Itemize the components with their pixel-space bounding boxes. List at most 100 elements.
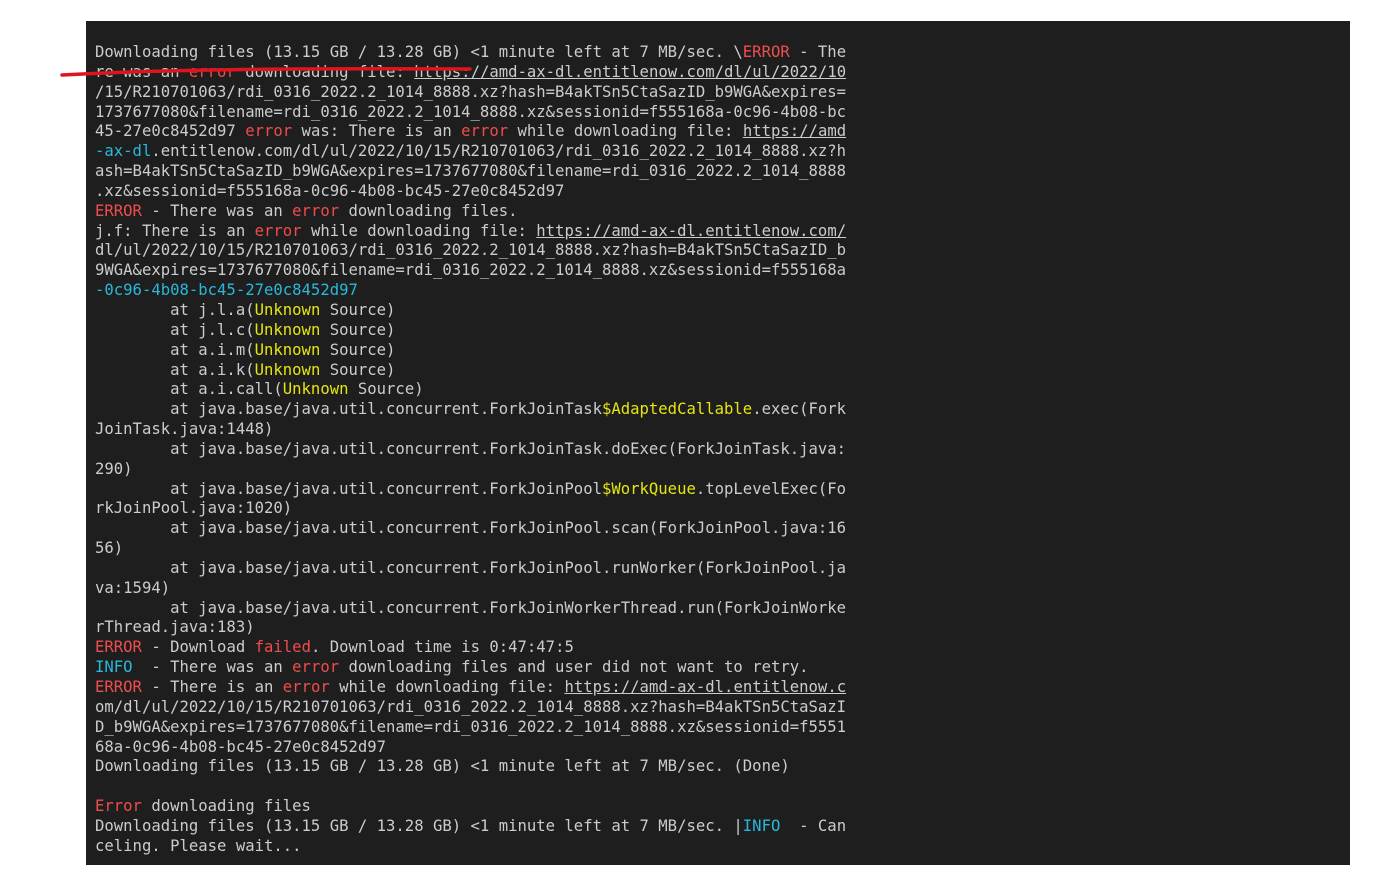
terminal-line: at j.l.a(Unknown Source): [95, 301, 1350, 321]
log-text: om/dl/ul/2022/10/15/R210701063/rdi_0316_…: [95, 697, 847, 716]
error-keyword: Error: [95, 797, 142, 816]
terminal-output-panel[interactable]: Downloading files (13.15 GB / 13.28 GB) …: [86, 21, 1350, 865]
log-text: .exec(Fork: [752, 400, 847, 419]
terminal-line: at java.base/java.util.concurrent.ForkJo…: [95, 480, 1350, 500]
log-text: Source): [320, 300, 396, 319]
log-text: Source): [320, 340, 396, 359]
log-text: Downloading files (13.15 GB / 13.28 GB) …: [95, 757, 790, 776]
terminal-line: va:1594): [95, 579, 1350, 599]
info-token: INFO: [742, 816, 790, 835]
highlighted-token: $WorkQueue: [601, 479, 696, 498]
terminal-line: 56): [95, 539, 1350, 559]
terminal-line: Downloading files (13.15 GB / 13.28 GB) …: [95, 817, 1350, 837]
error-keyword: ERROR: [95, 638, 142, 657]
highlighted-token: $AdaptedCallable: [601, 400, 753, 419]
terminal-line: 9WGA&expires=1737677080&filename=rdi_031…: [95, 261, 1350, 281]
log-text: downloading files: [141, 797, 311, 816]
log-text: - There was an: [141, 201, 293, 220]
info-token: -0c96-4b08-bc45-27e0c8452d97: [95, 281, 358, 300]
log-text: va:1594): [95, 578, 171, 597]
log-text: rkJoinPool.java:1020): [95, 499, 293, 518]
terminal-line: rThread.java:183): [95, 618, 1350, 638]
terminal-line: Error downloading files: [95, 797, 1350, 817]
terminal-line: dl/ul/2022/10/15/R210701063/rdi_0316_202…: [95, 241, 1350, 261]
log-text: while downloading file:: [329, 678, 565, 696]
log-text: . Download time is 0:47:47:5: [310, 638, 574, 657]
download-url-link[interactable]: https://amd: [743, 122, 846, 140]
highlighted-token: Unknown: [254, 340, 321, 359]
error-keyword: failed: [254, 638, 311, 657]
log-text: - The: [789, 43, 847, 61]
log-text: rThread.java:183): [95, 618, 255, 637]
terminal-line: Downloading files (13.15 GB / 13.28 GB) …: [95, 43, 1350, 63]
log-text: - There was an: [141, 658, 293, 677]
terminal-line: at a.i.m(Unknown Source): [95, 341, 1350, 361]
terminal-line: INFO - There was an error downloading fi…: [95, 658, 1350, 678]
log-text: - There is an: [141, 678, 283, 696]
terminal-line: .xz&sessionid=f555168a-0c96-4b08-bc45-27…: [95, 182, 1350, 202]
log-text: at a.i.call(: [95, 380, 283, 399]
log-text: 1737677080&filename=rdi_0316_2022.2_1014…: [95, 102, 847, 121]
error-keyword: error: [292, 658, 340, 677]
download-url-link[interactable]: https://amd-ax-dl.entitlenow.com/: [536, 222, 846, 240]
terminal-line: D_b9WGA&expires=1737677080&filename=rdi_…: [95, 718, 1350, 738]
error-keyword: error: [254, 221, 302, 240]
error-keyword: error: [461, 122, 509, 141]
info-token: INFO: [95, 658, 142, 677]
log-text: was: There is an: [292, 122, 462, 141]
terminal-line: j.f: There is an error while downloading…: [95, 222, 1350, 242]
terminal-line: ERROR - There was an error downloading f…: [95, 202, 1350, 222]
log-text: 68a-0c96-4b08-bc45-27e0c8452d97: [95, 737, 387, 756]
log-text: j.f: There is an: [95, 221, 255, 240]
log-text: at java.base/java.util.concurrent.ForkJo…: [95, 558, 847, 577]
log-text: at j.l.a(: [95, 300, 255, 319]
log-text: celing. Please wait...: [95, 836, 302, 855]
terminal-line: at java.base/java.util.concurrent.ForkJo…: [95, 440, 1350, 460]
terminal-line: 290): [95, 460, 1350, 480]
terminal-line: -ax-dl.entitlenow.com/dl/ul/2022/10/15/R…: [95, 142, 1350, 162]
error-keyword: error: [282, 678, 330, 696]
log-text: 9WGA&expires=1737677080&filename=rdi_031…: [95, 261, 847, 280]
terminal-line: at java.base/java.util.concurrent.ForkJo…: [95, 400, 1350, 420]
log-text: at java.base/java.util.concurrent.ForkJo…: [95, 598, 847, 617]
terminal-line: at j.l.c(Unknown Source): [95, 321, 1350, 341]
highlighted-token: Unknown: [282, 380, 349, 399]
terminal-line: ERROR - Download failed. Download time i…: [95, 638, 1350, 658]
highlighted-token: Unknown: [254, 360, 321, 379]
download-url-link[interactable]: https://amd-ax-dl.entitlenow.c: [564, 678, 846, 696]
terminal-line: ash=B4akTSn5CtaSazID_b9WGA&expires=17376…: [95, 162, 1350, 182]
terminal-line: at java.base/java.util.concurrent.ForkJo…: [95, 599, 1350, 619]
log-text: - Download: [141, 638, 255, 657]
terminal-line: re was an error downloading file: https:…: [95, 63, 1350, 83]
info-token: -ax-dl: [95, 142, 152, 161]
log-text: at j.l.c(: [95, 320, 255, 339]
terminal-line: at java.base/java.util.concurrent.ForkJo…: [95, 519, 1350, 539]
terminal-line: rkJoinPool.java:1020): [95, 499, 1350, 519]
log-text: at java.base/java.util.concurrent.ForkJo…: [95, 519, 847, 538]
error-keyword: error: [292, 201, 340, 220]
log-text: downloading files and user did not want …: [339, 658, 809, 677]
log-text: /15/R210701063/rdi_0316_2022.2_1014_8888…: [95, 82, 847, 101]
log-text: 56): [95, 539, 124, 558]
log-text: Source): [320, 360, 396, 379]
log-text: downloading files.: [339, 201, 518, 220]
highlighted-token: Unknown: [254, 300, 321, 319]
log-text: 290): [95, 459, 133, 478]
terminal-line: ERROR - There is an error while download…: [95, 678, 1350, 698]
terminal-line: -0c96-4b08-bc45-27e0c8452d97: [95, 281, 1350, 301]
error-keyword: error: [188, 62, 236, 81]
log-text: while downloading file:: [508, 122, 743, 141]
log-text: - Can: [789, 816, 847, 835]
log-text: dl/ul/2022/10/15/R210701063/rdi_0316_202…: [95, 241, 847, 260]
terminal-line: 45-27e0c8452d97 error was: There is an e…: [95, 122, 1350, 142]
log-text: ash=B4akTSn5CtaSazID_b9WGA&expires=17376…: [95, 162, 847, 181]
download-url-link[interactable]: https://amd-ax-dl.entitlenow.com/dl/ul/2…: [414, 63, 846, 81]
log-text: at a.i.k(: [95, 360, 255, 379]
terminal-line: celing. Please wait...: [95, 837, 1350, 857]
terminal-line: at java.base/java.util.concurrent.ForkJo…: [95, 559, 1350, 579]
terminal-line: at a.i.k(Unknown Source): [95, 361, 1350, 381]
terminal-line: /15/R210701063/rdi_0316_2022.2_1014_8888…: [95, 83, 1350, 103]
log-text: .xz&sessionid=f555168a-0c96-4b08-bc45-27…: [95, 181, 565, 200]
log-text: .entitlenow.com/dl/ul/2022/10/15/R210701…: [151, 142, 847, 161]
